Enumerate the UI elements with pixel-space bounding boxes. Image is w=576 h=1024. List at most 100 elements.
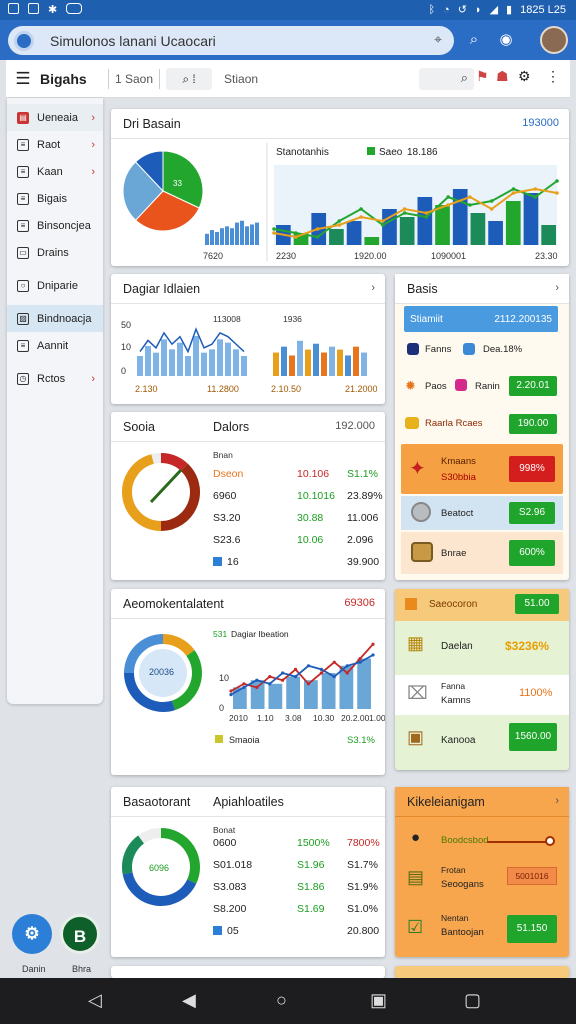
row-label: Bantoojan: [441, 927, 484, 938]
sidebar-item[interactable]: ≡ Binsoncjea: [7, 212, 103, 239]
mic-icon[interactable]: ⌖: [434, 31, 442, 48]
legend-swatch: [367, 147, 375, 155]
avatar[interactable]: [540, 26, 568, 54]
sync-icon: ↺: [457, 4, 467, 16]
value-button[interactable]: 190.00: [509, 414, 557, 434]
data-point: [319, 667, 323, 671]
row-label: Fanna: [441, 681, 466, 691]
app-toolbar: ☰ Bigahs 1 Saon ⌕ ⁞ Stiaon ⌕ ⚑ ☗ ⚙ ⋮: [6, 60, 570, 98]
sidebar-item[interactable]: ○ Dniparie: [7, 272, 103, 299]
value-button[interactable]: 51.00: [515, 594, 559, 614]
table-cell: 23.89%: [347, 490, 383, 502]
sidebar-item[interactable]: ≡ Raot ›: [7, 131, 103, 158]
more-icon[interactable]: ⋮: [546, 68, 560, 85]
wifi-icon: ◗: [474, 3, 482, 16]
sidebar: ▤ Ueneaia › ≡ Raot › ≡ Kaan › ≡ Bigais ≡ Binsoncjea ▭…: [7, 98, 103, 704]
settings-icon[interactable]: ⚙: [518, 68, 531, 85]
analysis-chart: 20036 531 Dagiar Ibeation 10 0 2010 1.10 3…: [124, 629, 385, 746]
doc-icon: ≡: [17, 219, 29, 232]
toolbar-item[interactable]: 1 Saon: [115, 72, 153, 86]
search-field-icon[interactable]: ⌕ ⁞: [166, 67, 213, 90]
home-icon[interactable]: ○: [276, 990, 287, 1011]
alert-icon[interactable]: ☗: [496, 68, 509, 85]
sidebar-item[interactable]: ▭ Drains: [7, 239, 103, 266]
sidebar-item[interactable]: ▨ Bindnoacja: [7, 305, 103, 332]
row-label: Beatoct: [441, 508, 474, 519]
card-value[interactable]: 192.000: [335, 420, 375, 432]
value-button[interactable]: 2.20.01: [509, 376, 557, 396]
bar: [235, 222, 239, 245]
list-item[interactable]: Bnrae 600%: [401, 532, 563, 574]
data-point: [489, 207, 494, 211]
bar: [286, 676, 300, 709]
profile-fab[interactable]: B: [60, 914, 100, 954]
bar: [215, 231, 219, 245]
table-cell: 0600: [213, 837, 237, 849]
people-icon[interactable]: ⚑: [476, 68, 489, 85]
back-gesture-icon[interactable]: ◁: [88, 990, 102, 1011]
card-title: Kikeleianigam: [407, 794, 485, 809]
bar: [245, 226, 249, 245]
chevron-right-icon[interactable]: ›: [371, 282, 375, 294]
sidebar-item[interactable]: ≡ Bigais: [7, 185, 103, 212]
alert-row[interactable]: ✦ Kmaans S30bbia 998%: [401, 444, 563, 494]
legend-label: Smaoia: [229, 735, 260, 745]
sidebar-item[interactable]: ≡ Aannit: [7, 332, 103, 359]
card-trend: Dagiar Idlaien › 50 10 0 113008 1936 2.1…: [111, 274, 385, 404]
row-label: Fanns: [425, 344, 452, 355]
chest-icon: [405, 598, 417, 610]
chevron-right-icon: ›: [91, 165, 95, 178]
bar: [281, 346, 287, 376]
list-item[interactable]: Beatoct S2.96: [401, 496, 563, 530]
data-point: [511, 191, 516, 195]
search-input[interactable]: ⌕: [419, 68, 474, 90]
value-button[interactable]: 51.150: [507, 915, 557, 943]
table-cell: 05: [227, 925, 239, 937]
chevron-right-icon[interactable]: ›: [555, 282, 559, 294]
value-button[interactable]: S2.96: [509, 502, 555, 524]
bar: [205, 233, 209, 245]
url-bar[interactable]: Simulonos lanani Ucaocari ⌖: [8, 26, 454, 55]
tick-label: 10: [219, 673, 229, 683]
progress-track: [487, 841, 549, 843]
tabs-icon[interactable]: ◉: [496, 30, 516, 50]
sidebar-item[interactable]: ◷ Rctos ›: [7, 365, 103, 392]
page-icon: ▭: [17, 246, 29, 259]
flame-icon: ✹: [405, 378, 416, 393]
summary-bar[interactable]: Stiamiit 2112.200135: [404, 306, 558, 332]
gauge-label: 6096: [149, 863, 169, 873]
data-point: [446, 195, 450, 199]
toolbar-item[interactable]: Stiaon: [224, 72, 258, 86]
value-button[interactable]: 1560.00: [509, 723, 557, 751]
chevron-right-icon[interactable]: ›: [555, 795, 559, 807]
legend-title: Dagiar Ibeation: [231, 629, 289, 639]
slider-handle[interactable]: [545, 836, 555, 846]
settings-fab[interactable]: ⚙: [12, 914, 52, 954]
search-icon[interactable]: ⌕: [464, 30, 484, 50]
row-label: Frotan: [441, 865, 466, 875]
row-label: Daelan: [441, 641, 473, 652]
card-value: 193000: [522, 117, 559, 129]
card-saeocoron: Saeocoron 51.00 ▦ Daelan $3236% ⌧ Fanna …: [395, 589, 569, 770]
card-partial: [111, 966, 385, 978]
table-cell: 11.006: [347, 512, 379, 524]
sidebar-item[interactable]: ≡ Kaan ›: [7, 158, 103, 185]
list-item[interactable]: ⌧ Fanna Kamns 1100%: [395, 675, 569, 715]
value-button[interactable]: 600%: [509, 540, 555, 566]
sidebar-item[interactable]: ▤ Ueneaia ›: [7, 104, 103, 131]
data-point: [446, 203, 450, 207]
notification-icon: [28, 3, 39, 14]
data-point: [402, 207, 407, 211]
card-basaotorant: Basaotorant Apiahloatiles 6096 Bonat 060…: [111, 787, 385, 957]
hamburger-menu-icon[interactable]: ☰: [6, 69, 40, 89]
back-icon[interactable]: ◀: [182, 990, 196, 1011]
value-button[interactable]: 998%: [509, 456, 555, 482]
data-point: [242, 685, 246, 689]
axis-label: 21.2000: [345, 384, 378, 394]
fab-label: Danin: [22, 964, 46, 974]
column-header: Bnan: [213, 450, 233, 460]
recents-icon[interactable]: ▢: [464, 990, 481, 1011]
bomb-icon: ●: [411, 829, 421, 846]
divider: [159, 68, 161, 89]
screenshot-icon[interactable]: ▣: [370, 990, 387, 1011]
